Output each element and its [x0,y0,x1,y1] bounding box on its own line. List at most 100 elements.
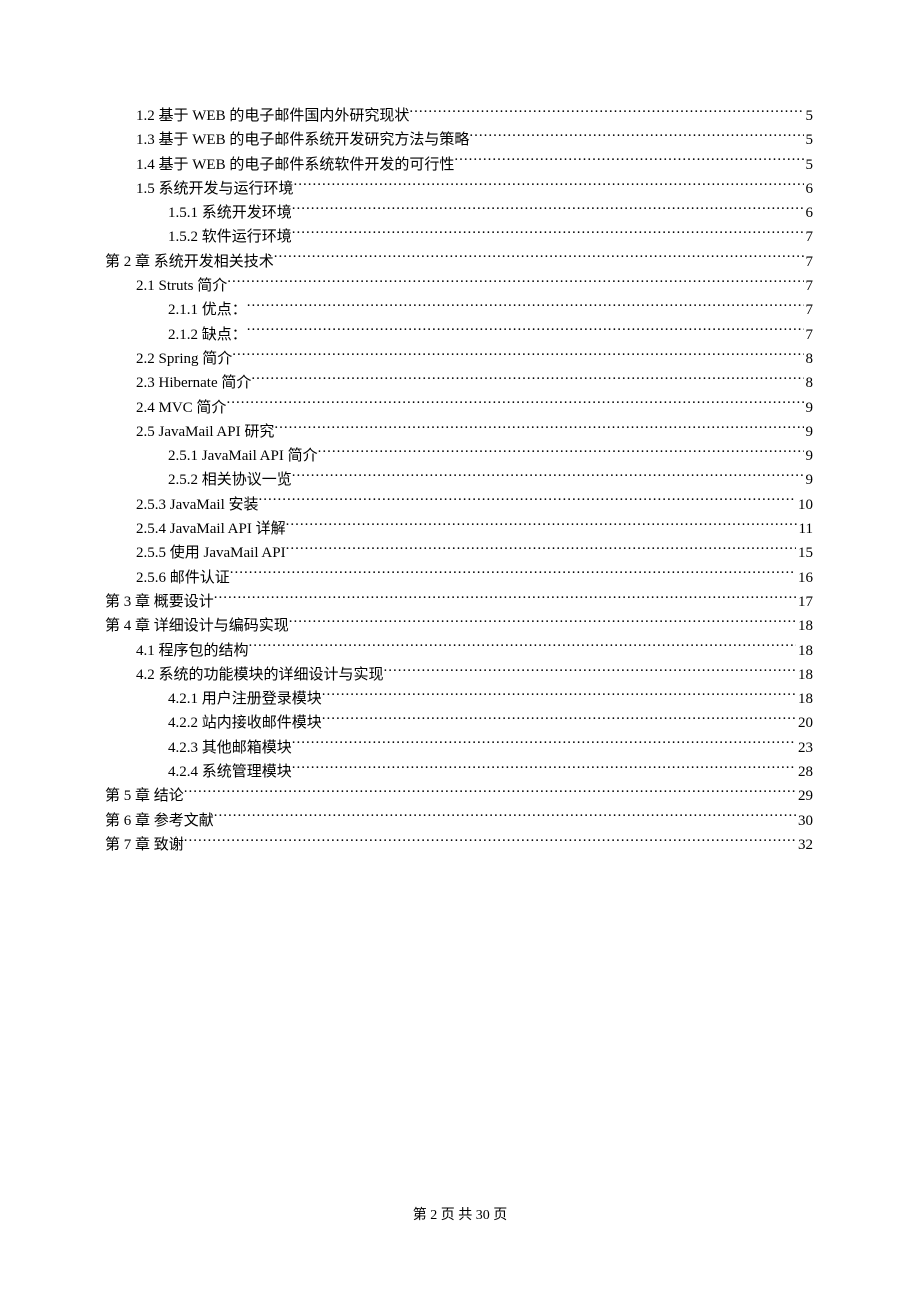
toc-entry-label: 2.5.5 使用 JavaMail API [136,541,286,565]
toc-leader-dots [227,275,803,290]
toc-entry-page: 17 [796,590,813,614]
toc-entry-page: 30 [796,809,813,833]
toc-entry[interactable]: 2.3 Hibernate 简介 8 [105,371,813,395]
toc-entry[interactable]: 2.5.5 使用 JavaMail API 15 [105,541,813,565]
toc-entry[interactable]: 2.2 Spring 简介8 [105,347,813,371]
toc-entry-page: 18 [796,614,813,638]
toc-entry-label: 第 2 章 系统开发相关技术 [105,250,274,274]
toc-entry[interactable]: 2.5.6 邮件认证16 [105,566,813,590]
toc-entry-label: 2.5.1 JavaMail API 简介 [168,444,318,468]
toc-entry-page: 16 [796,566,813,590]
toc-entry[interactable]: 2.1.1 优点：7 [105,298,813,322]
toc-entry-label: 2.1.2 缺点： [168,323,247,347]
toc-entry-page: 28 [796,760,813,784]
toc-leader-dots [292,469,804,484]
toc-entry[interactable]: 1.5.2 软件运行环境7 [105,225,813,249]
toc-entry-label: 4.2 系统的功能模块的详细设计与实现 [136,663,384,687]
toc-entry-label: 2.5.2 相关协议一览 [168,468,292,492]
toc-entry-page: 8 [804,347,814,371]
toc-entry-page: 15 [796,541,813,565]
toc-leader-dots [247,324,804,339]
toc-leader-dots [286,542,796,557]
toc-entry[interactable]: 1.5 系统开发与运行环境6 [105,177,813,201]
toc-entry[interactable]: 4.2.1 用户注册登录模块18 [105,687,813,711]
toc-entry[interactable]: 1.2 基于 WEB 的电子邮件国内外研究现状5 [105,104,813,128]
toc-entry-page: 18 [796,663,813,687]
toc-entry-label: 2.5.3 JavaMail 安装 [136,493,258,517]
toc-leader-dots [232,348,803,363]
toc-entry[interactable]: 4.1 程序包的结构18 [105,639,813,663]
toc-entry-label: 4.2.3 其他邮箱模块 [168,736,292,760]
toc-entry[interactable]: 第 4 章 详细设计与编码实现18 [105,614,813,638]
toc-entry-label: 2.5.4 JavaMail API 详解 [136,517,286,541]
toc-entry-label: 1.5 系统开发与运行环境 [136,177,294,201]
toc-entry-page: 9 [804,468,814,492]
toc-leader-dots [274,421,803,436]
toc-entry-page: 5 [804,128,814,152]
toc-entry-label: 2.1 Struts 简介 [136,274,227,298]
toc-entry-page: 5 [804,104,814,128]
toc-entry[interactable]: 第 5 章 结论29 [105,784,813,808]
toc-entry[interactable]: 1.3 基于 WEB 的电子邮件系统开发研究方法与策略 5 [105,128,813,152]
toc-entry-label: 第 3 章 概要设计 [105,590,214,614]
toc-leader-dots [214,810,796,825]
toc-entry-page: 32 [796,833,813,857]
toc-entry[interactable]: 2.5.1 JavaMail API 简介 9 [105,444,813,468]
toc-leader-dots [409,105,803,120]
toc-entry[interactable]: 4.2.2 站内接收邮件模块20 [105,711,813,735]
toc-entry-label: 第 7 章 致谢 [105,833,184,857]
toc-leader-dots [274,251,804,266]
toc-leader-dots [226,397,803,412]
toc-leader-dots [214,591,796,606]
toc-leader-dots [292,226,804,241]
toc-entry-page: 11 [797,517,813,541]
toc-leader-dots [454,154,803,169]
toc-leader-dots [292,202,804,217]
toc-entry-page: 7 [804,274,814,298]
toc-leader-dots [230,567,796,582]
toc-entry-page: 9 [804,420,814,444]
toc-leader-dots [294,178,804,193]
toc-entry[interactable]: 1.5.1 系统开发环境6 [105,201,813,225]
toc-entry-label: 1.5.2 软件运行环境 [168,225,292,249]
toc-leader-dots [322,688,796,703]
toc-entry-page: 23 [796,736,813,760]
toc-entry-label: 2.3 Hibernate 简介 [136,371,251,395]
toc-leader-dots [184,834,796,849]
toc-entry-page: 10 [796,493,813,517]
toc-entry-page: 5 [804,153,814,177]
toc-leader-dots [384,664,796,679]
toc-entry[interactable]: 4.2.4 系统管理模块28 [105,760,813,784]
toc-entry[interactable]: 2.5.4 JavaMail API 详解 11 [105,517,813,541]
toc-entry[interactable]: 2.5 JavaMail API 研究9 [105,420,813,444]
toc-entry[interactable]: 2.1 Struts 简介 7 [105,274,813,298]
toc-leader-dots [184,785,796,800]
toc-entry-label: 2.4 MVC 简介 [136,396,226,420]
toc-entry-label: 1.3 基于 WEB 的电子邮件系统开发研究方法与策略 [136,128,469,152]
page-footer: 第 2 页 共 30 页 [0,1204,920,1224]
toc-entry[interactable]: 第 2 章 系统开发相关技术 7 [105,250,813,274]
toc-entry-label: 4.1 程序包的结构 [136,639,249,663]
toc-entry-page: 9 [804,444,814,468]
toc-entry[interactable]: 4.2.3 其他邮箱模块 23 [105,736,813,760]
toc-leader-dots [251,372,803,387]
toc-entry-page: 8 [804,371,814,395]
toc-entry[interactable]: 2.5.2 相关协议一览 9 [105,468,813,492]
toc-entry-page: 18 [796,687,813,711]
toc-entry[interactable]: 第 6 章 参考文献30 [105,809,813,833]
toc-entry[interactable]: 1.4 基于 WEB 的电子邮件系统软件开发的可行性5 [105,153,813,177]
toc-leader-dots [286,518,797,533]
toc-entry[interactable]: 4.2 系统的功能模块的详细设计与实现 18 [105,663,813,687]
toc-entry[interactable]: 第 3 章 概要设计 17 [105,590,813,614]
toc-entry-label: 2.1.1 优点： [168,298,247,322]
toc-entry[interactable]: 第 7 章 致谢 32 [105,833,813,857]
toc-entry-page: 7 [804,323,814,347]
toc-entry-label: 4.2.2 站内接收邮件模块 [168,711,322,735]
toc-leader-dots [249,640,796,655]
toc-entry-page: 7 [804,250,814,274]
toc-entry[interactable]: 2.1.2 缺点： 7 [105,323,813,347]
toc-entry-label: 第 5 章 结论 [105,784,184,808]
toc-entry-page: 9 [804,396,814,420]
toc-entry[interactable]: 2.5.3 JavaMail 安装 10 [105,493,813,517]
toc-entry[interactable]: 2.4 MVC 简介 9 [105,396,813,420]
